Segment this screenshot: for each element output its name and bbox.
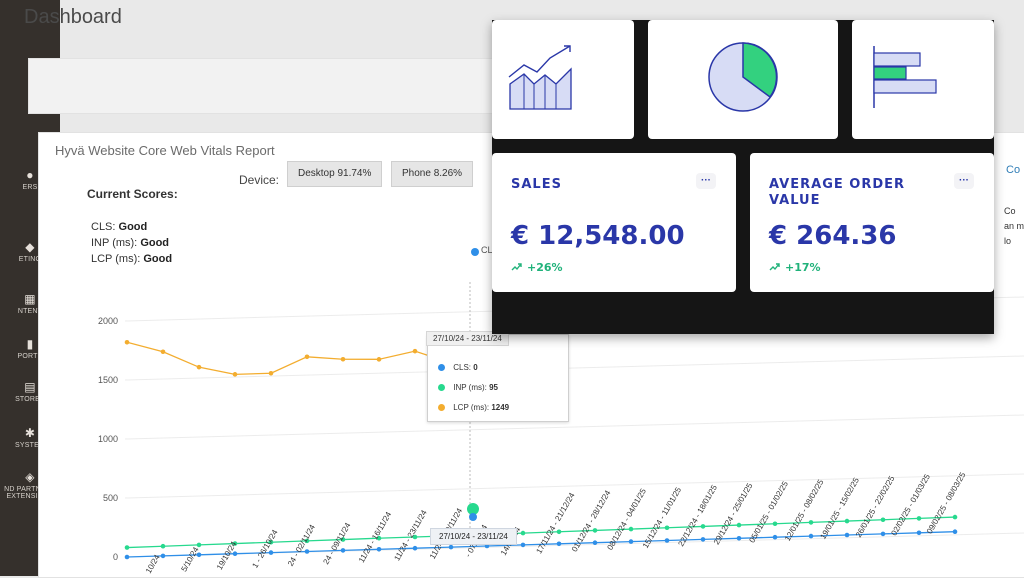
data-point <box>124 339 130 345</box>
y-tick-label: 0 <box>113 552 118 562</box>
data-point <box>772 534 778 540</box>
x-tick-label: 05/01/25 - 01/02/25 <box>747 479 790 544</box>
right-panel-title-fragment: Co <box>1006 164 1021 176</box>
x-tick-label: 09/02/25 - 08/03/25 <box>925 470 968 535</box>
data-point <box>520 542 526 548</box>
sales-change: +26% <box>511 261 563 274</box>
y-tick-label: 1500 <box>98 375 118 385</box>
data-point <box>556 529 562 535</box>
x-tick-label: 29/12/24 - 25/01/25 <box>712 481 755 546</box>
tooltip-row-cls: CLS: 0 <box>438 363 478 372</box>
x-tick-label: 11/24 - 16/11/24 <box>357 510 394 564</box>
sales-label: SALES <box>511 177 562 192</box>
aov-label: AVERAGE ORDER VALUE <box>769 177 906 208</box>
aov-value: € 264.36 <box>769 221 897 251</box>
data-point <box>628 539 634 544</box>
data-point <box>880 517 886 523</box>
data-point <box>304 549 310 554</box>
sales-menu-button[interactable]: ··· <box>696 173 716 189</box>
data-point <box>700 537 706 542</box>
data-point <box>268 370 274 376</box>
data-point <box>700 524 706 529</box>
data-point <box>448 544 454 550</box>
data-point <box>844 518 850 524</box>
inp-dot-icon <box>438 384 445 392</box>
bar-chart-card <box>852 20 994 139</box>
data-point <box>808 520 814 525</box>
tooltip-row-lcp: LCP (ms): 1249 <box>438 403 509 412</box>
grid-line <box>124 414 1024 440</box>
data-point <box>952 529 958 534</box>
x-tick-label: 24 - 09/11/24 <box>321 521 352 566</box>
right-panel-text-fragment: Co an m lo <box>1004 206 1024 246</box>
dashboard-cards-overlay: SALES ··· € 12,548.00 +26% AVERAGE ORDER… <box>492 20 994 334</box>
data-point <box>556 541 562 547</box>
data-point <box>340 548 346 553</box>
x-tick-label: 12/01/25 - 08/02/25 <box>783 478 826 543</box>
y-tick-label: 2000 <box>98 316 118 326</box>
data-point <box>268 550 274 555</box>
data-point <box>340 356 346 362</box>
trend-chart-card <box>492 20 634 139</box>
data-point <box>304 354 310 360</box>
grid-line <box>124 355 1024 381</box>
sales-value: € 12,548.00 <box>511 221 685 251</box>
x-tick-label: 1 - 26/10/24 <box>250 528 279 570</box>
data-point <box>592 528 598 533</box>
data-point <box>124 554 130 560</box>
average-order-value-card: AVERAGE ORDER VALUE ··· € 264.36 +17% <box>750 153 994 292</box>
data-point <box>952 514 958 520</box>
horizontal-bar-chart-icon <box>873 46 937 108</box>
data-point <box>628 526 634 532</box>
x-tick-label: 24 - 02/11/24 <box>286 523 317 568</box>
x-tick-label: 11/24 - 23/11/24 <box>392 508 429 562</box>
data-point <box>772 521 778 527</box>
pie-chart-icon <box>708 42 778 112</box>
data-point <box>592 540 598 545</box>
data-point <box>412 348 418 354</box>
dashboard-page: ● ERS ◆ ETING ▦ NTENT ▮ PORTS ▤ STORES ✱… <box>0 0 1024 578</box>
trend-up-icon <box>511 263 522 271</box>
series-line-2 <box>126 341 452 375</box>
x-tick-label: 01/12/24 - 28/12/24 <box>570 488 613 553</box>
lcp-dot-icon <box>438 404 445 412</box>
aov-menu-button[interactable]: ··· <box>954 173 974 189</box>
y-tick-label: 500 <box>103 493 118 503</box>
data-point <box>124 545 130 550</box>
tooltip-row-inp: INP (ms): 95 <box>438 383 498 392</box>
data-point <box>232 372 238 377</box>
data-point <box>196 364 202 370</box>
pie-chart-card <box>648 20 838 139</box>
data-point <box>844 532 850 538</box>
aov-change: +17% <box>769 261 821 274</box>
sales-card: SALES ··· € 12,548.00 +26% <box>492 153 736 292</box>
data-point <box>664 525 670 531</box>
data-point <box>808 533 814 539</box>
x-axis-hover-label: 27/10/24 - 23/11/24 <box>430 528 517 545</box>
x-tick-label: 02/02/25 - 01/03/25 <box>889 472 932 537</box>
data-point <box>412 545 418 551</box>
data-point <box>376 547 382 552</box>
data-point <box>160 543 166 549</box>
trend-up-icon <box>769 263 780 271</box>
cls-dot-icon <box>438 364 445 372</box>
data-point <box>916 530 922 536</box>
data-point <box>880 531 886 537</box>
data-point <box>376 357 382 362</box>
data-point <box>196 542 202 548</box>
data-point <box>736 536 742 541</box>
y-tick-label: 1000 <box>98 434 118 444</box>
data-point <box>736 522 742 528</box>
trend-chart-icon <box>508 45 572 110</box>
chart-tooltip: 27/10/24 - 23/11/24 CLS: 0 INP (ms): 95 … <box>426 331 569 422</box>
x-tick-label: 19/01/25 - 15/02/25 <box>818 476 861 541</box>
data-point <box>664 538 670 543</box>
data-point <box>160 349 166 355</box>
data-point <box>916 516 922 521</box>
x-tick-label: 5/10/24 <box>179 545 200 573</box>
cls-highlight-marker <box>469 513 477 521</box>
